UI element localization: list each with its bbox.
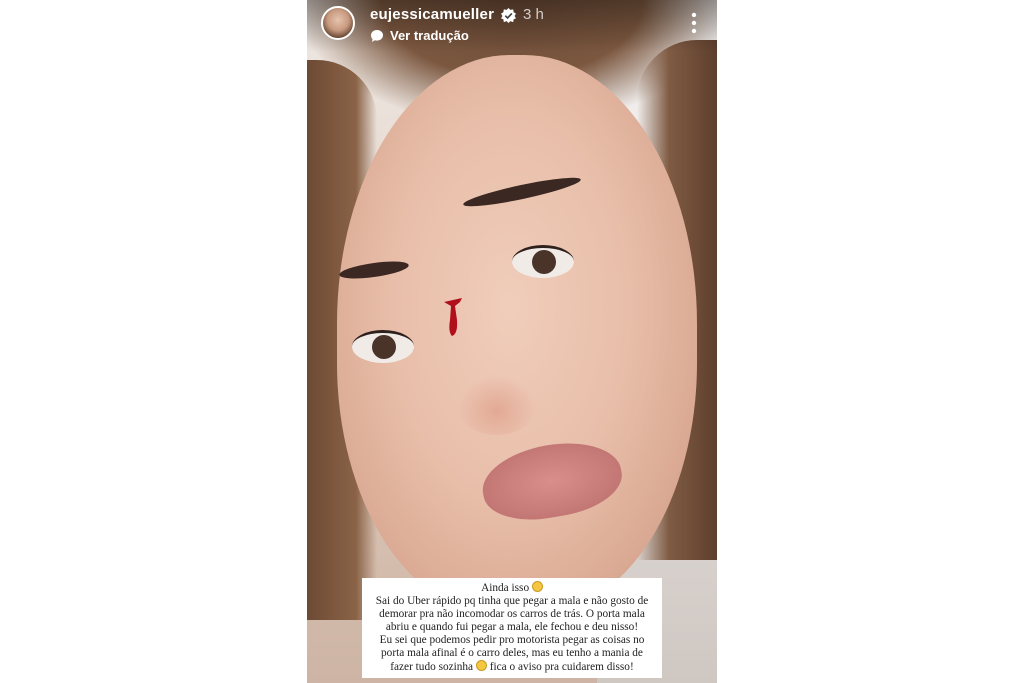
smiling-face-emoji <box>475 660 487 671</box>
caption-line: fazer tudo sozinha fica o aviso pra cuid… <box>390 660 634 673</box>
caption-line: porta mala afinal é o carro deles, mas e… <box>381 647 643 659</box>
caption-line: abriu e quando fui pegar a mala, ele fec… <box>385 621 639 633</box>
caption-line: Sai do Uber rápido pq tinha que pegar a … <box>375 595 649 607</box>
story-viewer[interactable]: eujessicamueller 3 h Ver tradução Ainda … <box>307 0 717 683</box>
face <box>337 55 697 615</box>
avatar[interactable] <box>321 6 355 40</box>
story-header: eujessicamueller 3 h Ver tradução <box>307 0 717 52</box>
caption-line: Ainda isso <box>366 581 658 595</box>
caption-line: Eu sei que podemos pedir pro motorista p… <box>379 634 645 646</box>
translate-button[interactable]: Ver tradução <box>370 28 469 43</box>
more-vertical-icon[interactable] <box>691 12 697 34</box>
crying-face-emoji <box>531 581 543 592</box>
verified-badge-icon <box>501 8 516 23</box>
post-time: 3 h <box>523 6 544 23</box>
wound-mark <box>444 298 462 336</box>
translate-label: Ver tradução <box>390 28 469 43</box>
caption-line: demorar pra não incomodar os carros de t… <box>379 608 645 620</box>
username[interactable]: eujessicamueller <box>370 6 494 23</box>
story-caption: Ainda isso Sai do Uber rápido pq tinha q… <box>362 578 662 678</box>
speech-bubble-icon <box>371 29 383 42</box>
